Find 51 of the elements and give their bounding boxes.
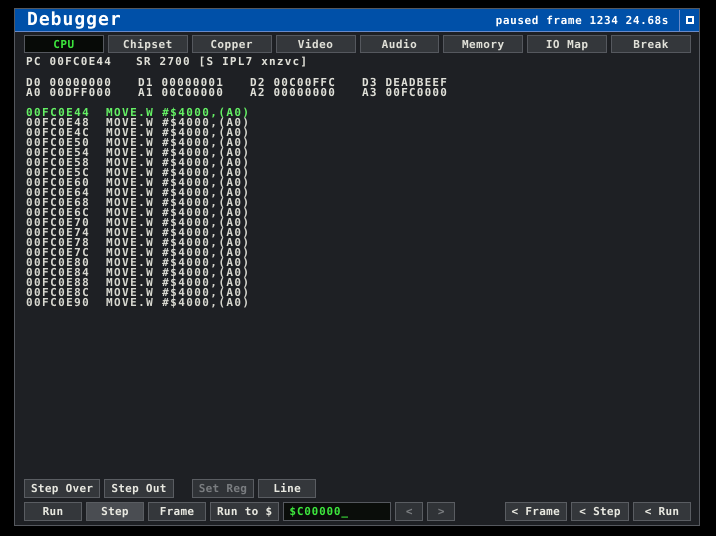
disassembly-line: 00FC0E50 MOVE.W #$4000,(A0): [26, 138, 250, 148]
run-status: paused frame 1234 24.68s: [496, 14, 669, 26]
toolbar-button[interactable]: Run: [24, 502, 82, 521]
register-value: D3 DEADBEEF: [362, 78, 450, 88]
address-input-field[interactable]: $C00000_: [283, 502, 392, 521]
tab[interactable]: Copper: [192, 35, 272, 53]
toolbar-button[interactable]: Step: [86, 502, 144, 521]
tab[interactable]: Break: [611, 35, 691, 53]
disassembly-line: 00FC0E64 MOVE.W #$4000,(A0): [26, 188, 250, 198]
disassembly-line: 00FC0E90 MOVE.W #$4000,(A0): [26, 298, 250, 308]
tab[interactable]: CPU: [24, 35, 104, 53]
tab[interactable]: IO Map: [527, 35, 608, 53]
disassembly-line: 00FC0E7C MOVE.W #$4000,(A0): [26, 248, 250, 258]
register-value: D0 00000000: [26, 78, 114, 88]
toolbar-button[interactable]: Line: [258, 479, 316, 498]
disassembly-line: 00FC0E5C MOVE.W #$4000,(A0): [26, 168, 250, 178]
register-value: D2 00C00FFC: [250, 78, 338, 88]
cpu-status-text: SR 2700 [S IPL7 xnzvc]: [136, 56, 308, 68]
tab[interactable]: Chipset: [108, 35, 188, 53]
toolbar-button[interactable]: Step Over: [24, 479, 100, 498]
disassembly-line: 00FC0E80 MOVE.W #$4000,(A0): [26, 258, 250, 268]
cpu-status-text: PC 00FC0E44: [26, 56, 112, 68]
disassembly-line: 00FC0E74 MOVE.W #$4000,(A0): [26, 228, 250, 238]
disassembly-line: 00FC0E60 MOVE.W #$4000,(A0): [26, 178, 250, 188]
toolbar-button[interactable]: Step Out: [104, 479, 174, 498]
toolbar-button[interactable]: Frame: [148, 502, 206, 521]
disassembly-line: 00FC0E58 MOVE.W #$4000,(A0): [26, 158, 250, 168]
register-value: D1 00000001: [138, 78, 226, 88]
toolbar-button[interactable]: < Frame: [504, 502, 567, 521]
disassembly-line: 00FC0E8C MOVE.W #$4000,(A0): [26, 288, 250, 298]
toolbar-button[interactable]: Run to $: [210, 502, 280, 521]
disassembly-line: 00FC0E6C MOVE.W #$4000,(A0): [26, 208, 250, 218]
tab[interactable]: Memory: [443, 35, 524, 53]
toolbar-button[interactable]: < Run: [633, 502, 691, 521]
disassembly-line: 00FC0E78 MOVE.W #$4000,(A0): [26, 238, 250, 248]
register-value: A2 00000000: [250, 88, 338, 98]
tab[interactable]: Audio: [360, 35, 440, 53]
register-value: A1 00C00000: [138, 88, 226, 98]
disassembly-line: 00FC0E54 MOVE.W #$4000,(A0): [26, 148, 250, 158]
disassembly-line: 00FC0E84 MOVE.W #$4000,(A0): [26, 268, 250, 278]
register-value: A3 00FC0000: [362, 88, 450, 98]
tab[interactable]: Video: [276, 35, 356, 53]
disassembly-line: 00FC0E4C MOVE.W #$4000,(A0): [26, 128, 250, 138]
window-title: Debugger: [27, 10, 123, 30]
register-value: A0 00DFF000: [26, 88, 114, 98]
disassembly-line: 00FC0E68 MOVE.W #$4000,(A0): [26, 198, 250, 208]
disassembly-line: 00FC0E88 MOVE.W #$4000,(A0): [26, 278, 250, 288]
disassembly-line: 00FC0E48 MOVE.W #$4000,(A0): [26, 118, 250, 128]
toolbar-button[interactable]: < Step: [571, 502, 629, 521]
disassembly-line: 00FC0E70 MOVE.W #$4000,(A0): [26, 218, 250, 228]
disassembly-line: 00FC0E44 MOVE.W #$4000,(A0): [26, 108, 250, 118]
